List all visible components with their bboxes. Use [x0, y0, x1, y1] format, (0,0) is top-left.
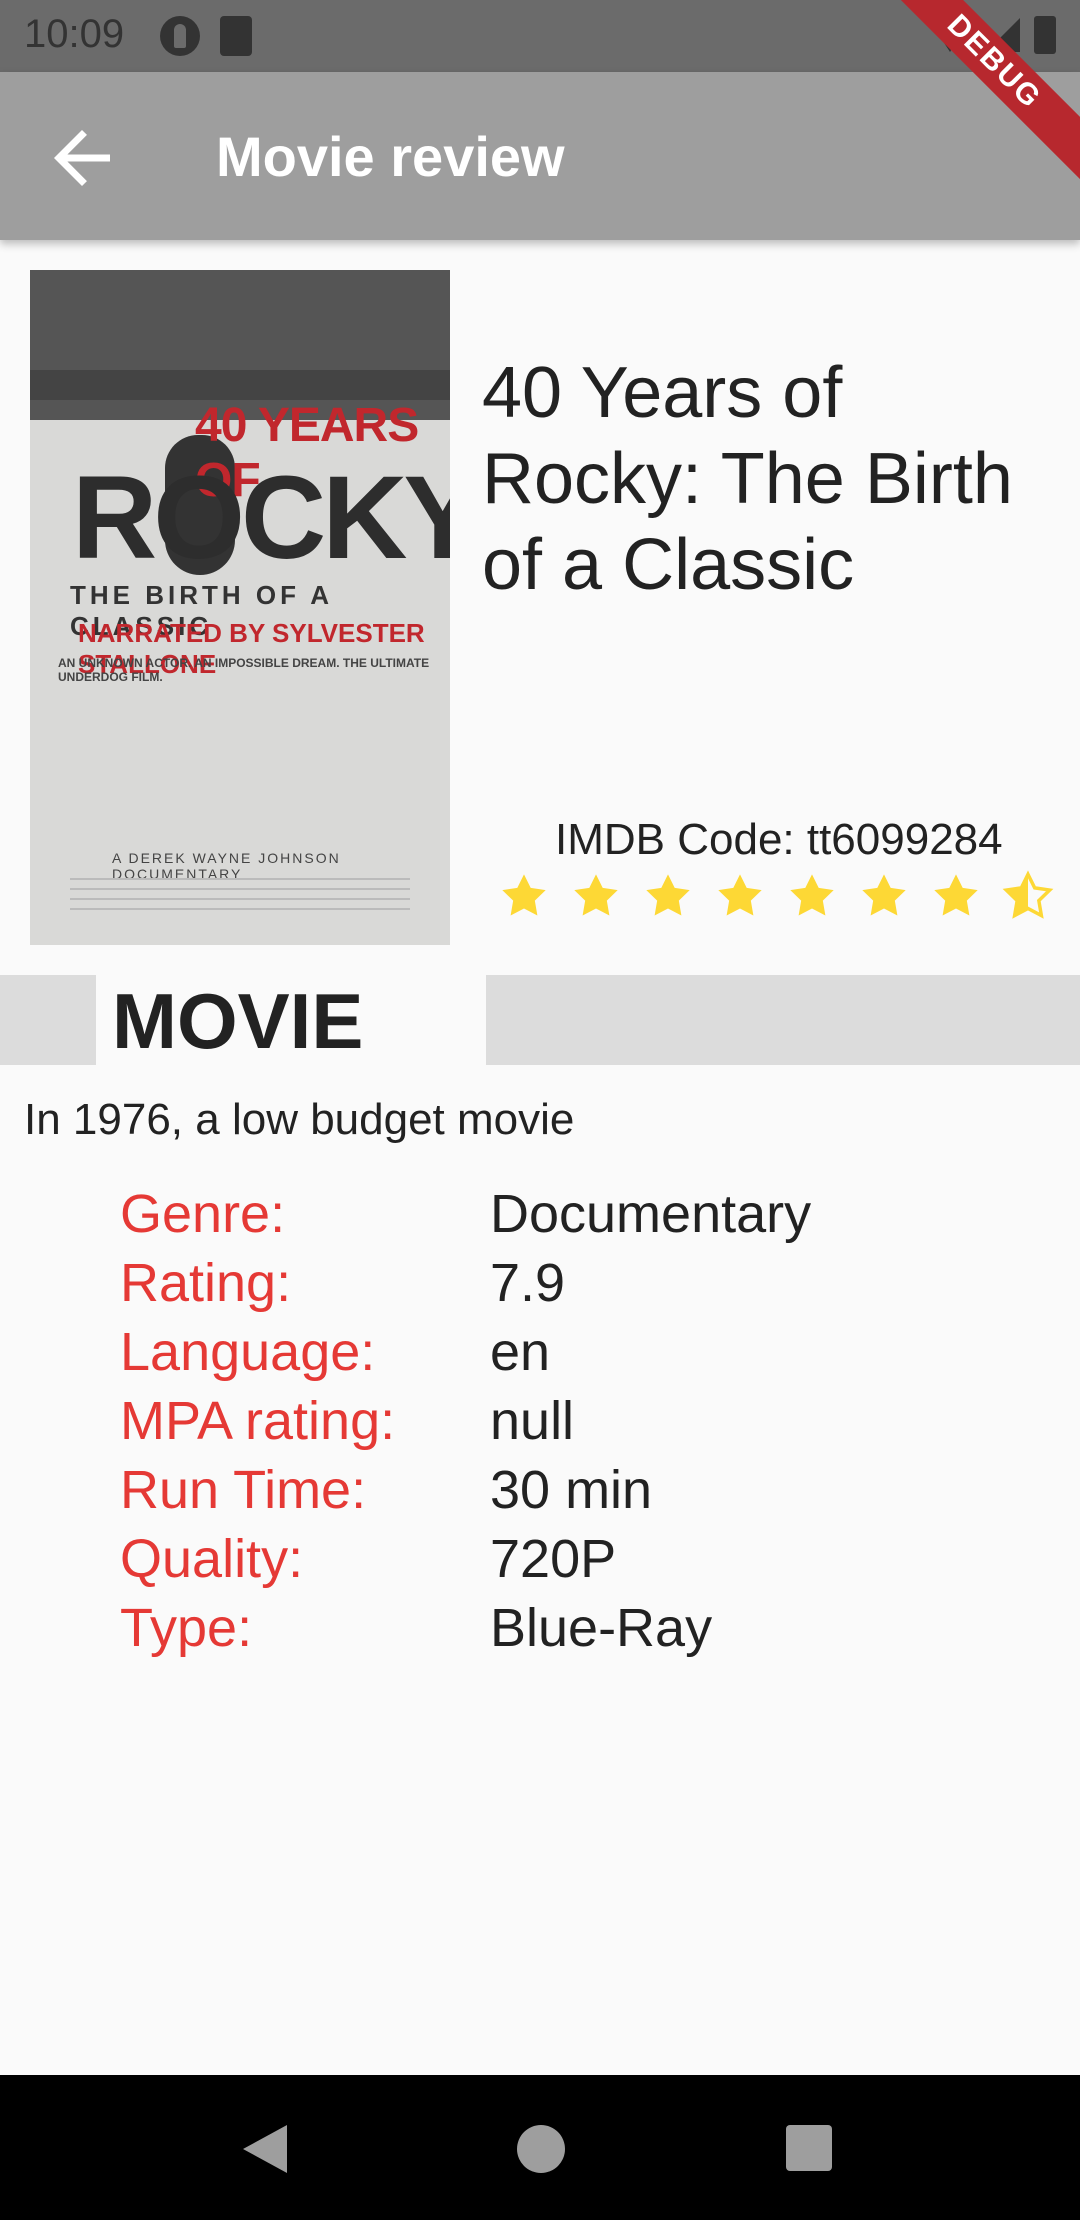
- star-full-icon: [718, 874, 762, 916]
- info-value: en: [490, 1322, 551, 1382]
- movie-poster: 40 YEARS OF ROCKY THE BIRTH OF A CLASSIC…: [30, 270, 450, 945]
- app-circle-icon: [160, 16, 200, 56]
- nav-home-icon[interactable]: [517, 2125, 565, 2173]
- system-nav-bar: [0, 2075, 1080, 2220]
- info-value: 7.9: [490, 1253, 566, 1313]
- nav-recents-icon[interactable]: [786, 2125, 832, 2171]
- section-label: MOVIE: [112, 977, 364, 1065]
- info-key: Rating:: [120, 1253, 292, 1313]
- nav-back-icon[interactable]: [243, 2125, 287, 2173]
- star-full-icon: [862, 874, 906, 916]
- star-half-icon: [1002, 870, 1054, 919]
- star-full-icon: [646, 874, 690, 916]
- info-key: Run Time:: [120, 1460, 367, 1520]
- rating-stars: [498, 870, 1054, 922]
- info-key: Quality:: [120, 1529, 304, 1589]
- app-bar: Movie review: [0, 72, 1080, 240]
- poster-rocky-text: ROCKY: [72, 452, 450, 584]
- star-full-icon: [574, 874, 618, 916]
- sd-card-icon: [220, 16, 252, 56]
- info-key: MPA rating:: [120, 1391, 396, 1451]
- movie-description: In 1976, a low budget movie: [24, 1095, 575, 1144]
- info-value: Documentary: [490, 1184, 812, 1244]
- star-full-icon: [934, 874, 978, 916]
- info-value: 30 min: [490, 1460, 653, 1520]
- poster-fine-print: [70, 878, 410, 918]
- back-button[interactable]: [40, 116, 124, 200]
- arrow-back-icon: [54, 130, 110, 186]
- info-key: Type:: [120, 1598, 253, 1658]
- info-key: Language:: [120, 1322, 376, 1382]
- battery-icon: [1034, 16, 1056, 54]
- info-key: Genre:: [120, 1184, 286, 1244]
- info-value: 720P: [490, 1529, 617, 1589]
- info-value: null: [490, 1391, 575, 1451]
- poster-tagline-text: AN UNKNOWN ACTOR. AN IMPOSSIBLE DREAM. T…: [58, 656, 430, 684]
- status-icons-left: [160, 16, 252, 56]
- info-value: Blue-Ray: [490, 1598, 713, 1658]
- app-title: Movie review: [216, 125, 565, 188]
- status-time: 10:09: [24, 12, 125, 56]
- star-full-icon: [502, 874, 546, 916]
- star-full-icon: [790, 874, 834, 916]
- imdb-code: IMDB Code: tt6099284: [555, 815, 1003, 864]
- movie-title: 40 Years of Rocky: The Birth of a Classi…: [482, 353, 1013, 605]
